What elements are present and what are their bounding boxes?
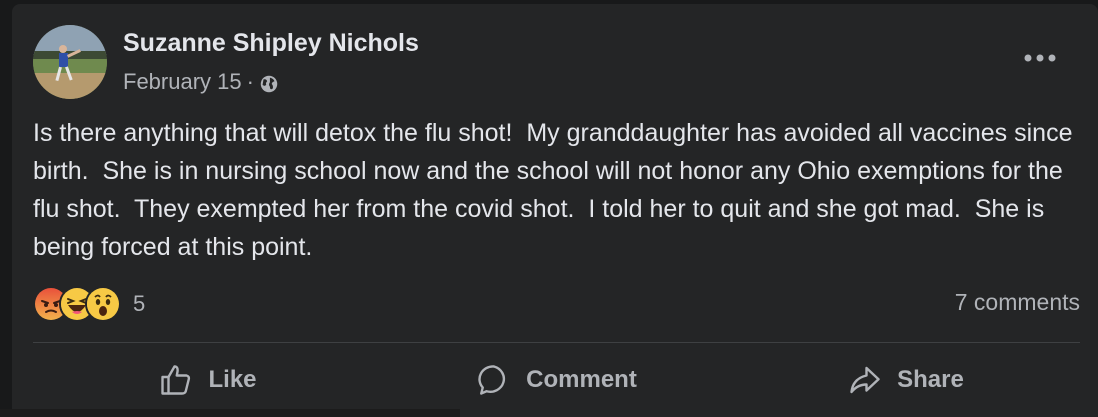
more-options-button[interactable]	[1020, 46, 1060, 70]
comments-count[interactable]: 7 comments	[955, 289, 1080, 316]
post-card: Suzanne Shipley Nichols February 15 · Is…	[12, 4, 1098, 417]
avatar-photo	[33, 25, 107, 99]
meta-separator: ·	[246, 69, 254, 94]
share-label: Share	[897, 366, 964, 393]
ellipsis-icon	[1024, 54, 1056, 62]
avatar[interactable]	[33, 25, 107, 99]
divider	[33, 342, 1080, 343]
post-date[interactable]: February 15	[123, 69, 242, 95]
thumbs-up-icon	[161, 365, 191, 395]
post-author[interactable]: Suzanne Shipley Nichols	[123, 29, 419, 58]
like-button[interactable]: Like	[33, 354, 382, 406]
globe-icon[interactable]	[258, 73, 280, 95]
share-arrow-icon	[850, 366, 880, 394]
post-text: Is there anything that will detox the fl…	[33, 119, 1080, 261]
reactions-summary[interactable]: 5	[33, 286, 145, 322]
reaction-count: 5	[133, 291, 146, 316]
post-meta: February 15 ·	[123, 69, 280, 95]
comment-bubble-icon	[478, 365, 506, 395]
comment-button[interactable]: Comment	[382, 354, 731, 406]
like-label: Like	[208, 366, 257, 393]
page-edge	[0, 409, 460, 417]
comment-label: Comment	[526, 366, 637, 393]
post-actions: Like Comment Share	[33, 354, 1080, 406]
wow-emoji-icon	[85, 286, 121, 322]
share-button[interactable]: Share	[731, 354, 1080, 406]
